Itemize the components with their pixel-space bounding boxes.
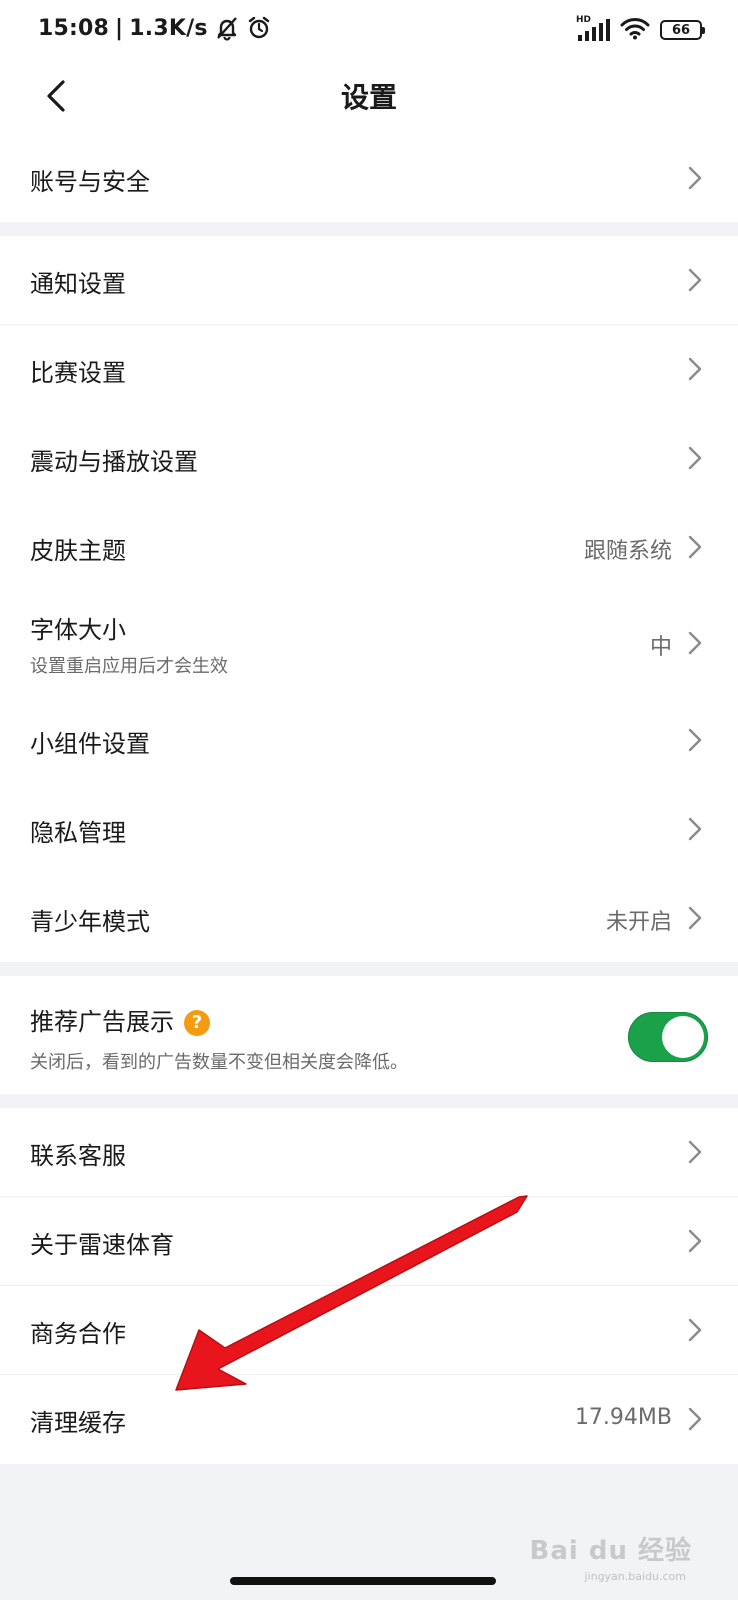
chevron-right-icon (688, 535, 702, 559)
clear-cache-row[interactable]: 清理缓存 17.94MB (0, 1375, 738, 1464)
status-speed: 1.3K/s (129, 15, 208, 41)
chevron-right-icon (688, 446, 702, 470)
about-group: 联系客服 关于雷速体育 商务合作 清理缓存 17.94MB (0, 1108, 738, 1464)
font-size-value: 中 (649, 635, 672, 660)
cache-size-value: 17.94MB (574, 1405, 672, 1430)
alarm-clock-icon (246, 15, 272, 41)
chevron-right-icon (688, 1229, 702, 1253)
chevron-right-icon (688, 728, 702, 752)
chevron-right-icon (688, 166, 702, 190)
toggle-knob (662, 1016, 704, 1058)
chevron-right-icon (688, 357, 702, 381)
vibration-playback-label: 震动与播放设置 (30, 448, 198, 476)
chevron-right-icon (688, 631, 702, 655)
customer-service-label: 联系客服 (30, 1142, 126, 1170)
teen-mode-label: 青少年模式 (30, 908, 150, 936)
account-security-label: 账号与安全 (30, 168, 150, 196)
clear-cache-label: 清理缓存 (30, 1409, 126, 1437)
widget-settings-label: 小组件设置 (30, 730, 150, 758)
chevron-right-icon (688, 1140, 702, 1164)
nav-bar: 设置 (0, 64, 738, 134)
recommended-ads-note: 关闭后，看到的广告数量不变但相关度会降低。 (30, 1052, 408, 1073)
chevron-right-icon (688, 906, 702, 930)
recommended-ads-label: 推荐广告展示? (30, 1002, 210, 1037)
status-left: 15:08 | 1.3K/s (38, 15, 272, 41)
status-right: HD 66 (576, 15, 705, 44)
about-app-row[interactable]: 关于雷速体育 (0, 1197, 738, 1286)
match-settings-row[interactable]: 比赛设置 (0, 325, 738, 414)
help-icon[interactable]: ? (184, 1009, 210, 1036)
wifi-icon (620, 16, 650, 44)
baidu-watermark: Bai du 经验 (529, 1536, 692, 1566)
customer-service-row[interactable]: 联系客服 (0, 1108, 738, 1197)
account-security-row[interactable]: 账号与安全 (0, 134, 738, 222)
notification-settings-row[interactable]: 通知设置 (0, 236, 738, 325)
ads-group: 推荐广告展示? 关闭后，看到的广告数量不变但相关度会降低。 (0, 976, 738, 1094)
chevron-right-icon (688, 817, 702, 841)
general-group: 通知设置 比赛设置 震动与播放设置 皮肤主题 跟随系统 字体大小 设置重启应用后… (0, 236, 738, 962)
privacy-management-row[interactable]: 隐私管理 (0, 785, 738, 874)
skin-theme-row[interactable]: 皮肤主题 跟随系统 (0, 503, 738, 592)
font-size-row[interactable]: 字体大小 设置重启应用后才会生效 中 (0, 592, 738, 696)
chevron-right-icon (688, 1407, 702, 1431)
account-group: 账号与安全 (0, 134, 738, 222)
vibration-playback-row[interactable]: 震动与播放设置 (0, 414, 738, 503)
status-time: 15:08 (38, 15, 110, 41)
font-size-label: 字体大小 (30, 616, 126, 644)
mute-bell-icon (214, 15, 240, 41)
recommended-ads-toggle[interactable] (628, 1012, 708, 1062)
teen-mode-row[interactable]: 青少年模式 未开启 (0, 874, 738, 963)
business-cooperation-label: 商务合作 (30, 1320, 126, 1348)
about-app-label: 关于雷速体育 (30, 1231, 174, 1259)
business-cooperation-row[interactable]: 商务合作 (0, 1286, 738, 1375)
notification-settings-label: 通知设置 (30, 270, 126, 298)
signal-icon: HD (576, 15, 610, 42)
battery-level: 66 (671, 22, 691, 38)
status-bar: 15:08 | 1.3K/s HD 66 (0, 0, 738, 64)
privacy-management-label: 隐私管理 (30, 819, 126, 847)
widget-settings-row[interactable]: 小组件设置 (0, 696, 738, 785)
recommended-ads-text: 推荐广告展示 (30, 1008, 174, 1036)
watermark-url: jingyan.baidu.com (584, 1570, 686, 1583)
font-size-note: 设置重启应用后才会生效 (30, 656, 228, 677)
page-title: 设置 (340, 81, 397, 114)
status-separator: | (115, 15, 124, 41)
recommended-ads-row: 推荐广告展示? 关闭后，看到的广告数量不变但相关度会降低。 (0, 976, 738, 1094)
skin-theme-label: 皮肤主题 (30, 537, 126, 565)
match-settings-label: 比赛设置 (30, 359, 126, 387)
home-indicator[interactable] (230, 1577, 496, 1585)
teen-mode-value: 未开启 (605, 910, 672, 935)
skin-theme-value: 跟随系统 (583, 539, 672, 564)
battery-icon: 66 (660, 20, 705, 40)
chevron-right-icon (688, 1318, 702, 1342)
chevron-right-icon (688, 268, 702, 292)
